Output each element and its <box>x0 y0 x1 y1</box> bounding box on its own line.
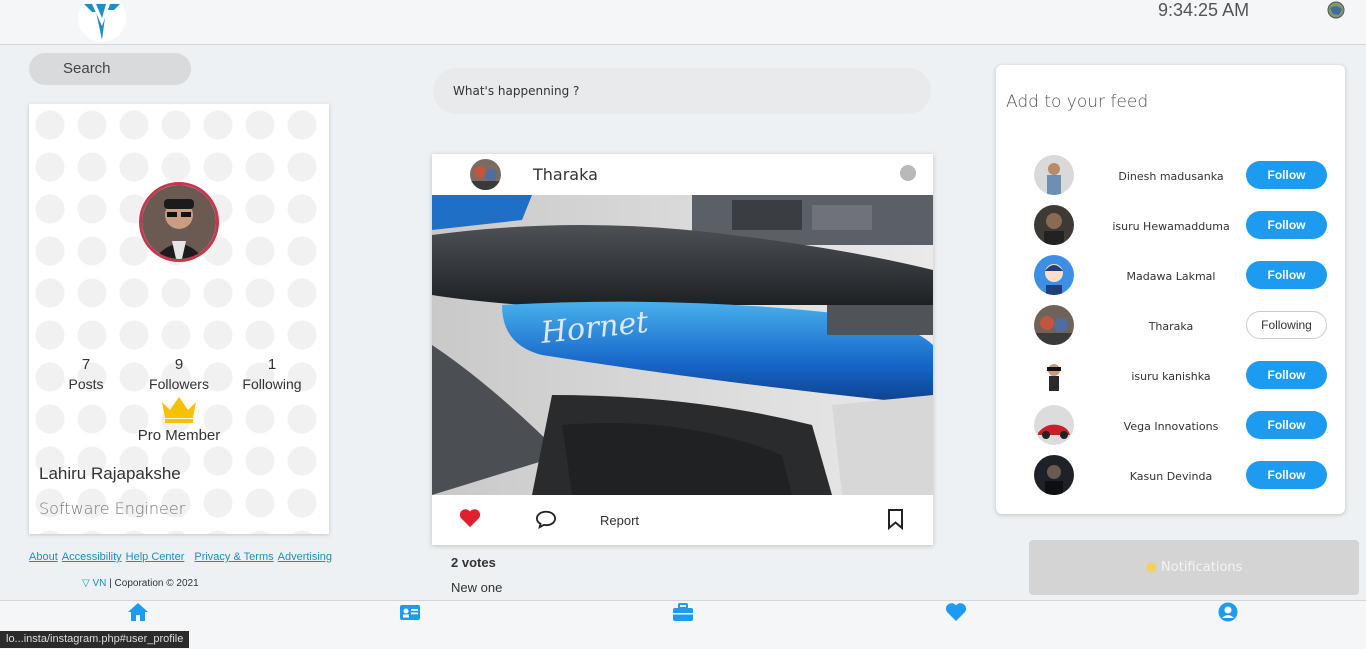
suggestion-name[interactable]: Tharaka <box>1106 319 1236 335</box>
notifications-panel[interactable]: ● Notifications <box>1029 540 1359 595</box>
home-icon[interactable] <box>127 602 149 622</box>
suggestion-avatar[interactable] <box>1034 455 1074 495</box>
status-bar-url: lo...insta/instagram.php#user_profile <box>0 631 190 648</box>
profile-card: 7 Posts 9 Followers 1 Following Pro Memb… <box>29 104 329 534</box>
suggestion-avatar[interactable] <box>1034 155 1074 195</box>
vn-logo[interactable] <box>78 0 126 42</box>
follow-button[interactable]: Follow <box>1246 211 1327 239</box>
post-options-icon[interactable] <box>900 165 916 181</box>
follow-button[interactable]: Follow <box>1246 411 1327 439</box>
stat-posts-value: 7 <box>81 356 91 373</box>
stat-posts[interactable]: 7 Posts <box>64 356 108 392</box>
follow-button[interactable]: Follow <box>1246 461 1327 489</box>
add-to-feed-panel: Add to your feed Dinesh madusanka Follow… <box>996 65 1345 514</box>
suggestion-item: Kasun Devinda Follow <box>996 455 1345 514</box>
suggestion-name[interactable]: Madawa Lakmal <box>1106 269 1236 285</box>
crown-icon <box>162 397 196 423</box>
vn-mini-logo-icon: ▽ <box>82 578 90 589</box>
user-circle-icon[interactable] <box>1217 602 1239 622</box>
footer-link-accessibility[interactable]: Accessibility <box>62 551 122 563</box>
post-composer-input[interactable]: What's happenning ? <box>433 68 931 114</box>
follow-button[interactable]: Follow <box>1246 361 1327 389</box>
clock: 9:34:25 AM <box>1158 0 1250 20</box>
id-card-icon[interactable] <box>399 602 421 622</box>
footer-link-about[interactable]: About <box>29 551 58 563</box>
report-button[interactable]: Report <box>600 513 639 528</box>
suggestion-name[interactable]: isuru kanishka <box>1106 369 1236 385</box>
briefcase-icon[interactable] <box>672 602 694 622</box>
suggestion-name[interactable]: isuru Hewamadduma <box>1106 219 1236 235</box>
suggestion-avatar[interactable] <box>1034 205 1074 245</box>
copyright-text: | Coporation © 2021 <box>109 578 199 589</box>
suggestion-avatar[interactable] <box>1034 405 1074 445</box>
follow-button[interactable]: Follow <box>1246 161 1327 189</box>
post-votes: 2 votes <box>451 555 496 570</box>
post-author-avatar[interactable] <box>470 159 501 190</box>
stat-posts-label: Posts <box>68 376 104 392</box>
post-caption: New one <box>451 580 503 595</box>
top-bar: 9:34:25 AM <box>0 0 1366 45</box>
bookmark-icon[interactable] <box>887 508 904 530</box>
copyright: ▽ VN | Coporation © 2021 <box>82 578 199 589</box>
suggestion-name[interactable]: Kasun Devinda <box>1106 469 1236 485</box>
like-heart-icon[interactable] <box>459 508 481 528</box>
comment-icon[interactable] <box>535 509 557 529</box>
stat-followers-label: Followers <box>149 376 209 392</box>
heart-icon[interactable] <box>945 602 967 622</box>
profile-name: Lahiru Rajapakshe <box>39 464 181 483</box>
globe-icon[interactable] <box>1327 1 1345 19</box>
notifications-label: Notifications <box>1161 560 1243 575</box>
bell-icon: ● <box>1145 560 1157 575</box>
brand-name: VN <box>92 578 107 589</box>
post-author-name[interactable]: Tharaka <box>533 165 598 184</box>
stat-following[interactable]: 1 Following <box>241 356 303 392</box>
stat-followers[interactable]: 9 Followers <box>146 356 212 392</box>
stat-followers-value: 9 <box>174 356 184 373</box>
profile-title: Software Engineer <box>39 499 186 518</box>
stat-following-value: 1 <box>267 356 277 373</box>
footer-link-advertising[interactable]: Advertising <box>278 551 332 563</box>
suggestion-avatar[interactable] <box>1034 305 1074 345</box>
stat-following-label: Following <box>242 376 302 392</box>
bottom-nav <box>0 600 1366 649</box>
suggestion-avatar[interactable] <box>1034 355 1074 395</box>
search-input[interactable]: Search <box>29 53 191 85</box>
footer-links: About Accessibility Help Center Privacy & T… <box>29 551 336 563</box>
suggestion-avatar[interactable] <box>1034 255 1074 295</box>
footer-link-privacy-terms[interactable]: Privacy & Terms <box>194 551 273 563</box>
following-button[interactable]: Following <box>1246 311 1327 339</box>
follow-button[interactable]: Follow <box>1246 261 1327 289</box>
footer-link-help-center[interactable]: Help Center <box>126 551 185 563</box>
feed-title: Add to your feed <box>1006 92 1149 112</box>
membership-label: Pro Member <box>137 427 221 444</box>
suggestion-name[interactable]: Dinesh madusanka <box>1106 169 1236 185</box>
suggestion-name[interactable]: Vega Innovations <box>1106 419 1236 435</box>
post-card: Tharaka Hornet Report <box>432 154 933 545</box>
post-image[interactable]: Hornet <box>432 195 933 495</box>
profile-avatar[interactable] <box>139 182 219 262</box>
